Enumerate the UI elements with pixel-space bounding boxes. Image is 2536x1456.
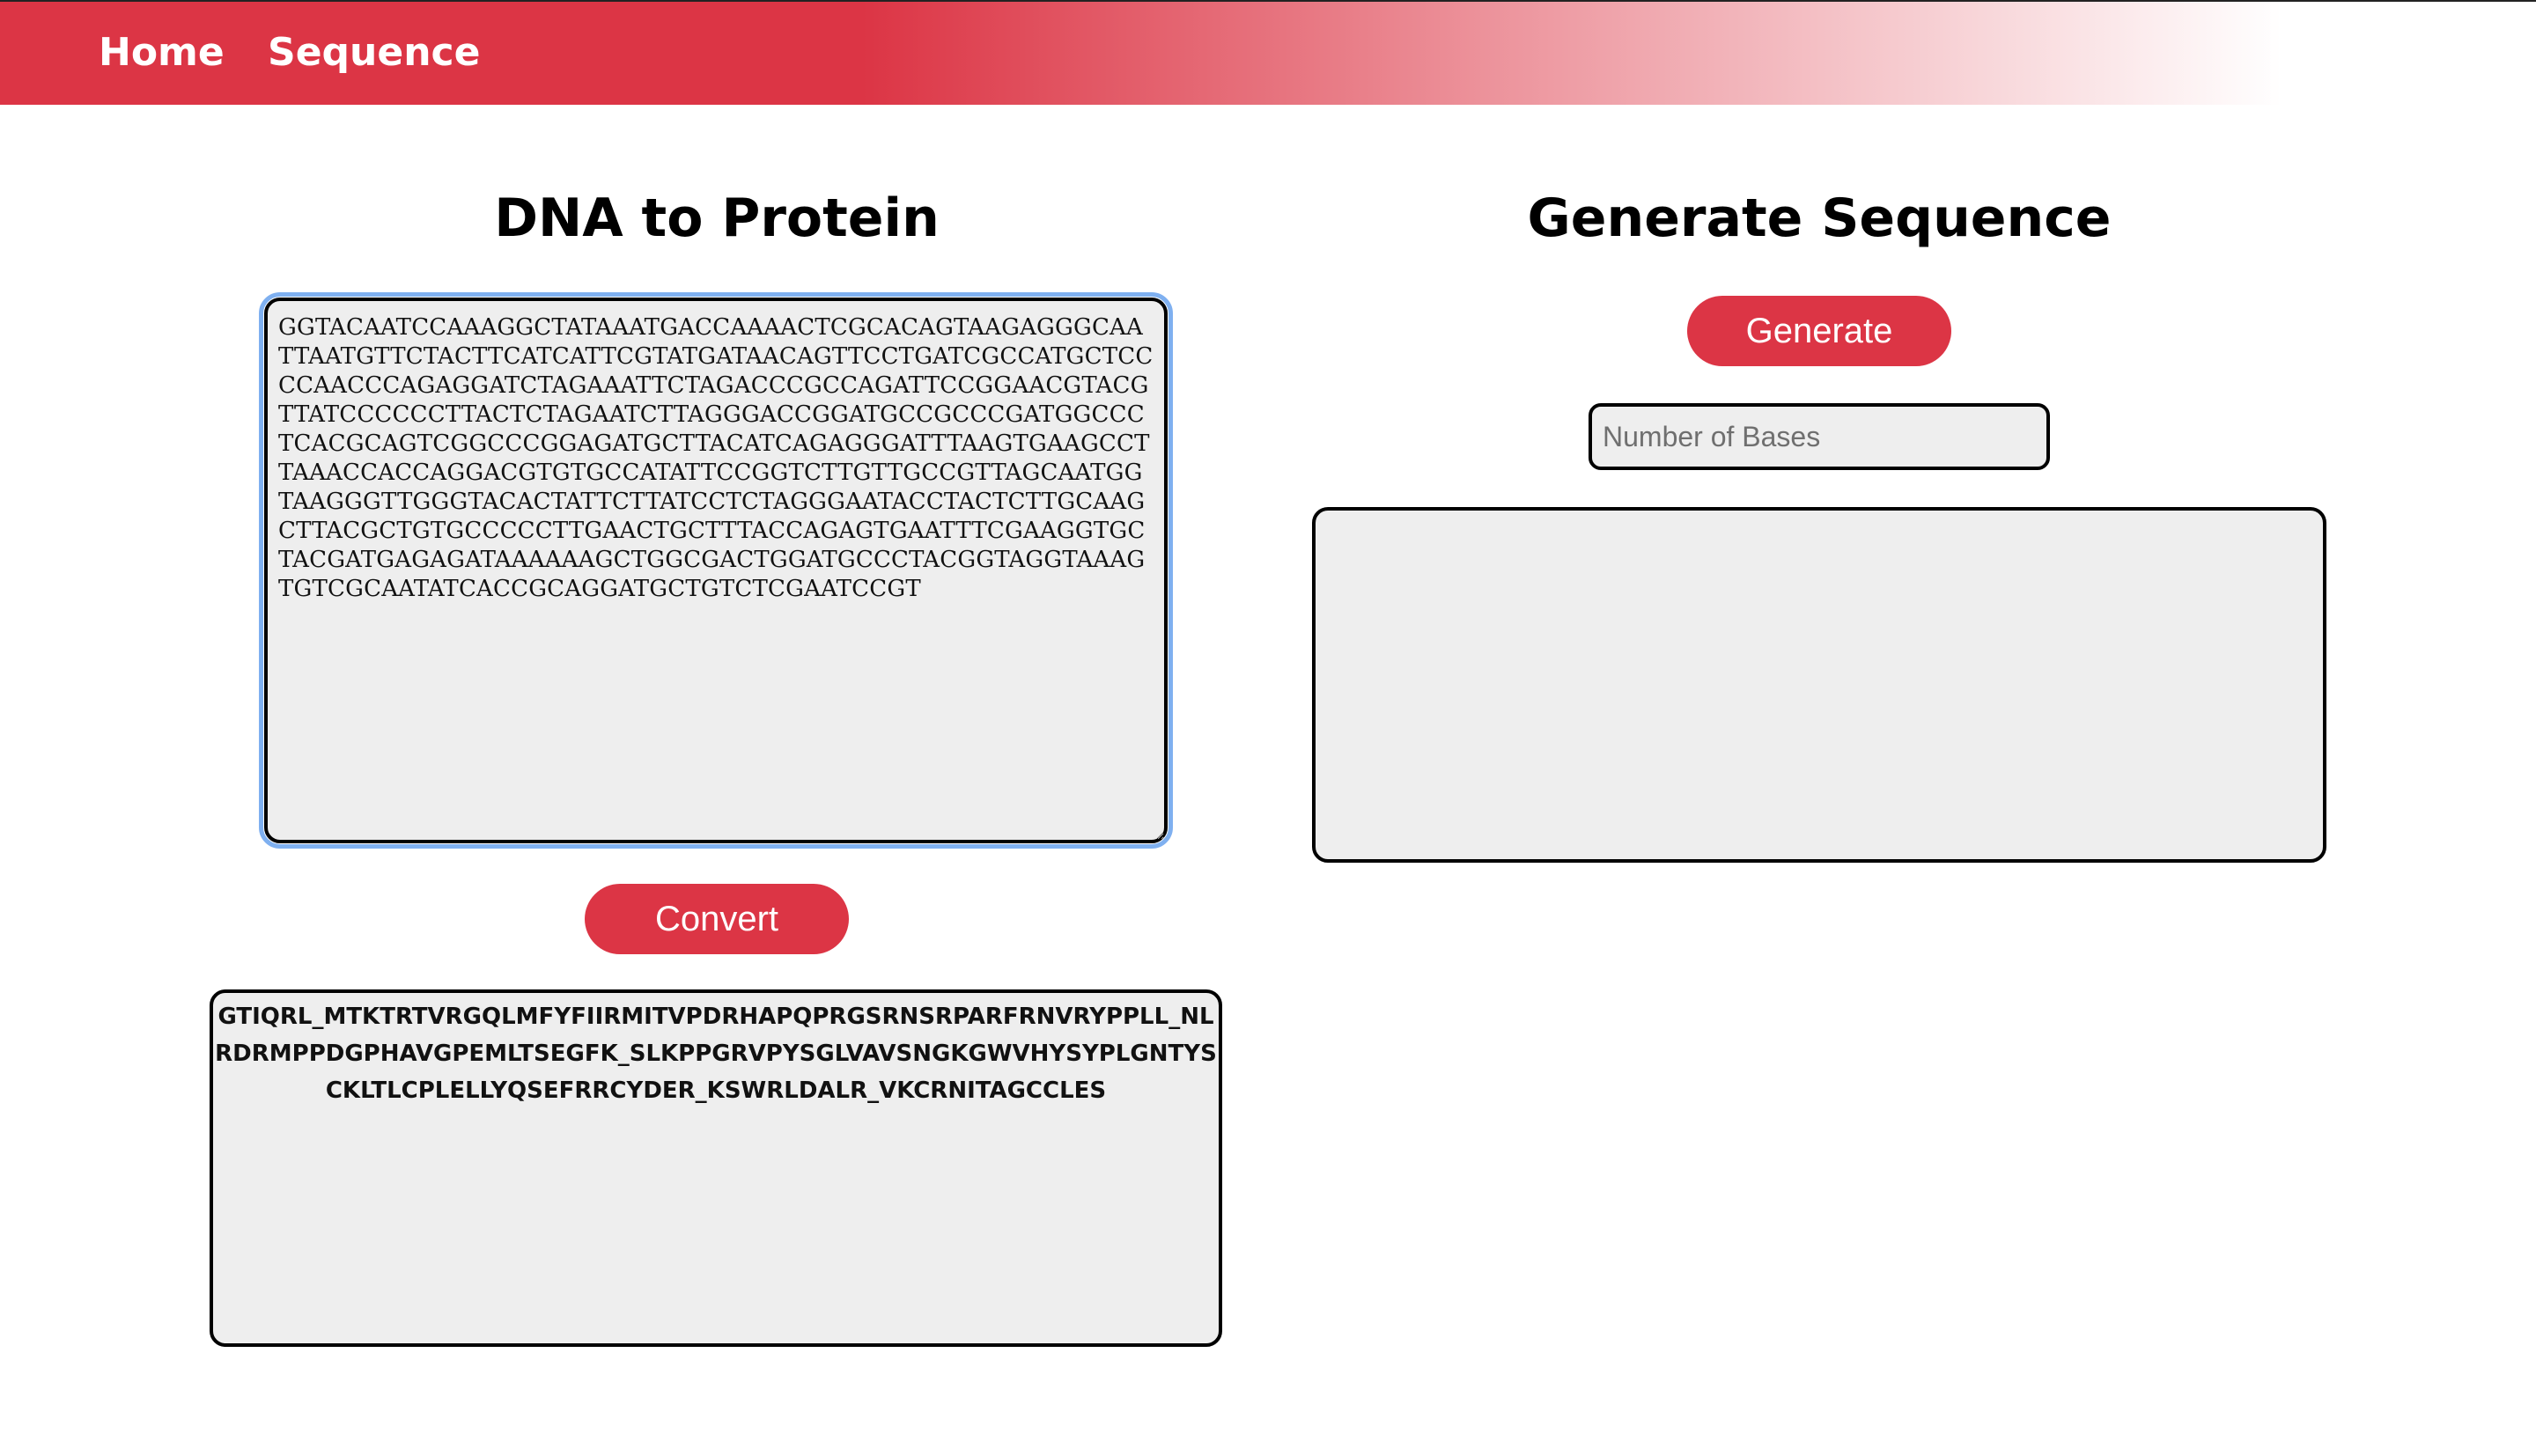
dna-sequence-input[interactable]: GGTACAATCCAAAGGCTATAAATGACCAAAACTCGCACAG… (259, 292, 1173, 849)
generate-sequence-title: Generate Sequence (1527, 188, 2112, 249)
nav-sequence-link[interactable]: Sequence (268, 2, 480, 105)
generate-button[interactable]: Generate (1687, 296, 1951, 366)
nav-home-link[interactable]: Home (99, 2, 225, 105)
convert-button[interactable]: Convert (585, 884, 849, 954)
protein-output: GTIQRL_MTKTRTVRGQLMFYFIIRMITVPDRHAPQPRGS… (210, 989, 1222, 1347)
dna-to-protein-title: DNA to Protein (494, 188, 940, 249)
number-of-bases-input[interactable] (1589, 403, 2050, 470)
generated-sequence-output[interactable] (1312, 507, 2326, 863)
navbar: Home Sequence (0, 0, 2536, 105)
